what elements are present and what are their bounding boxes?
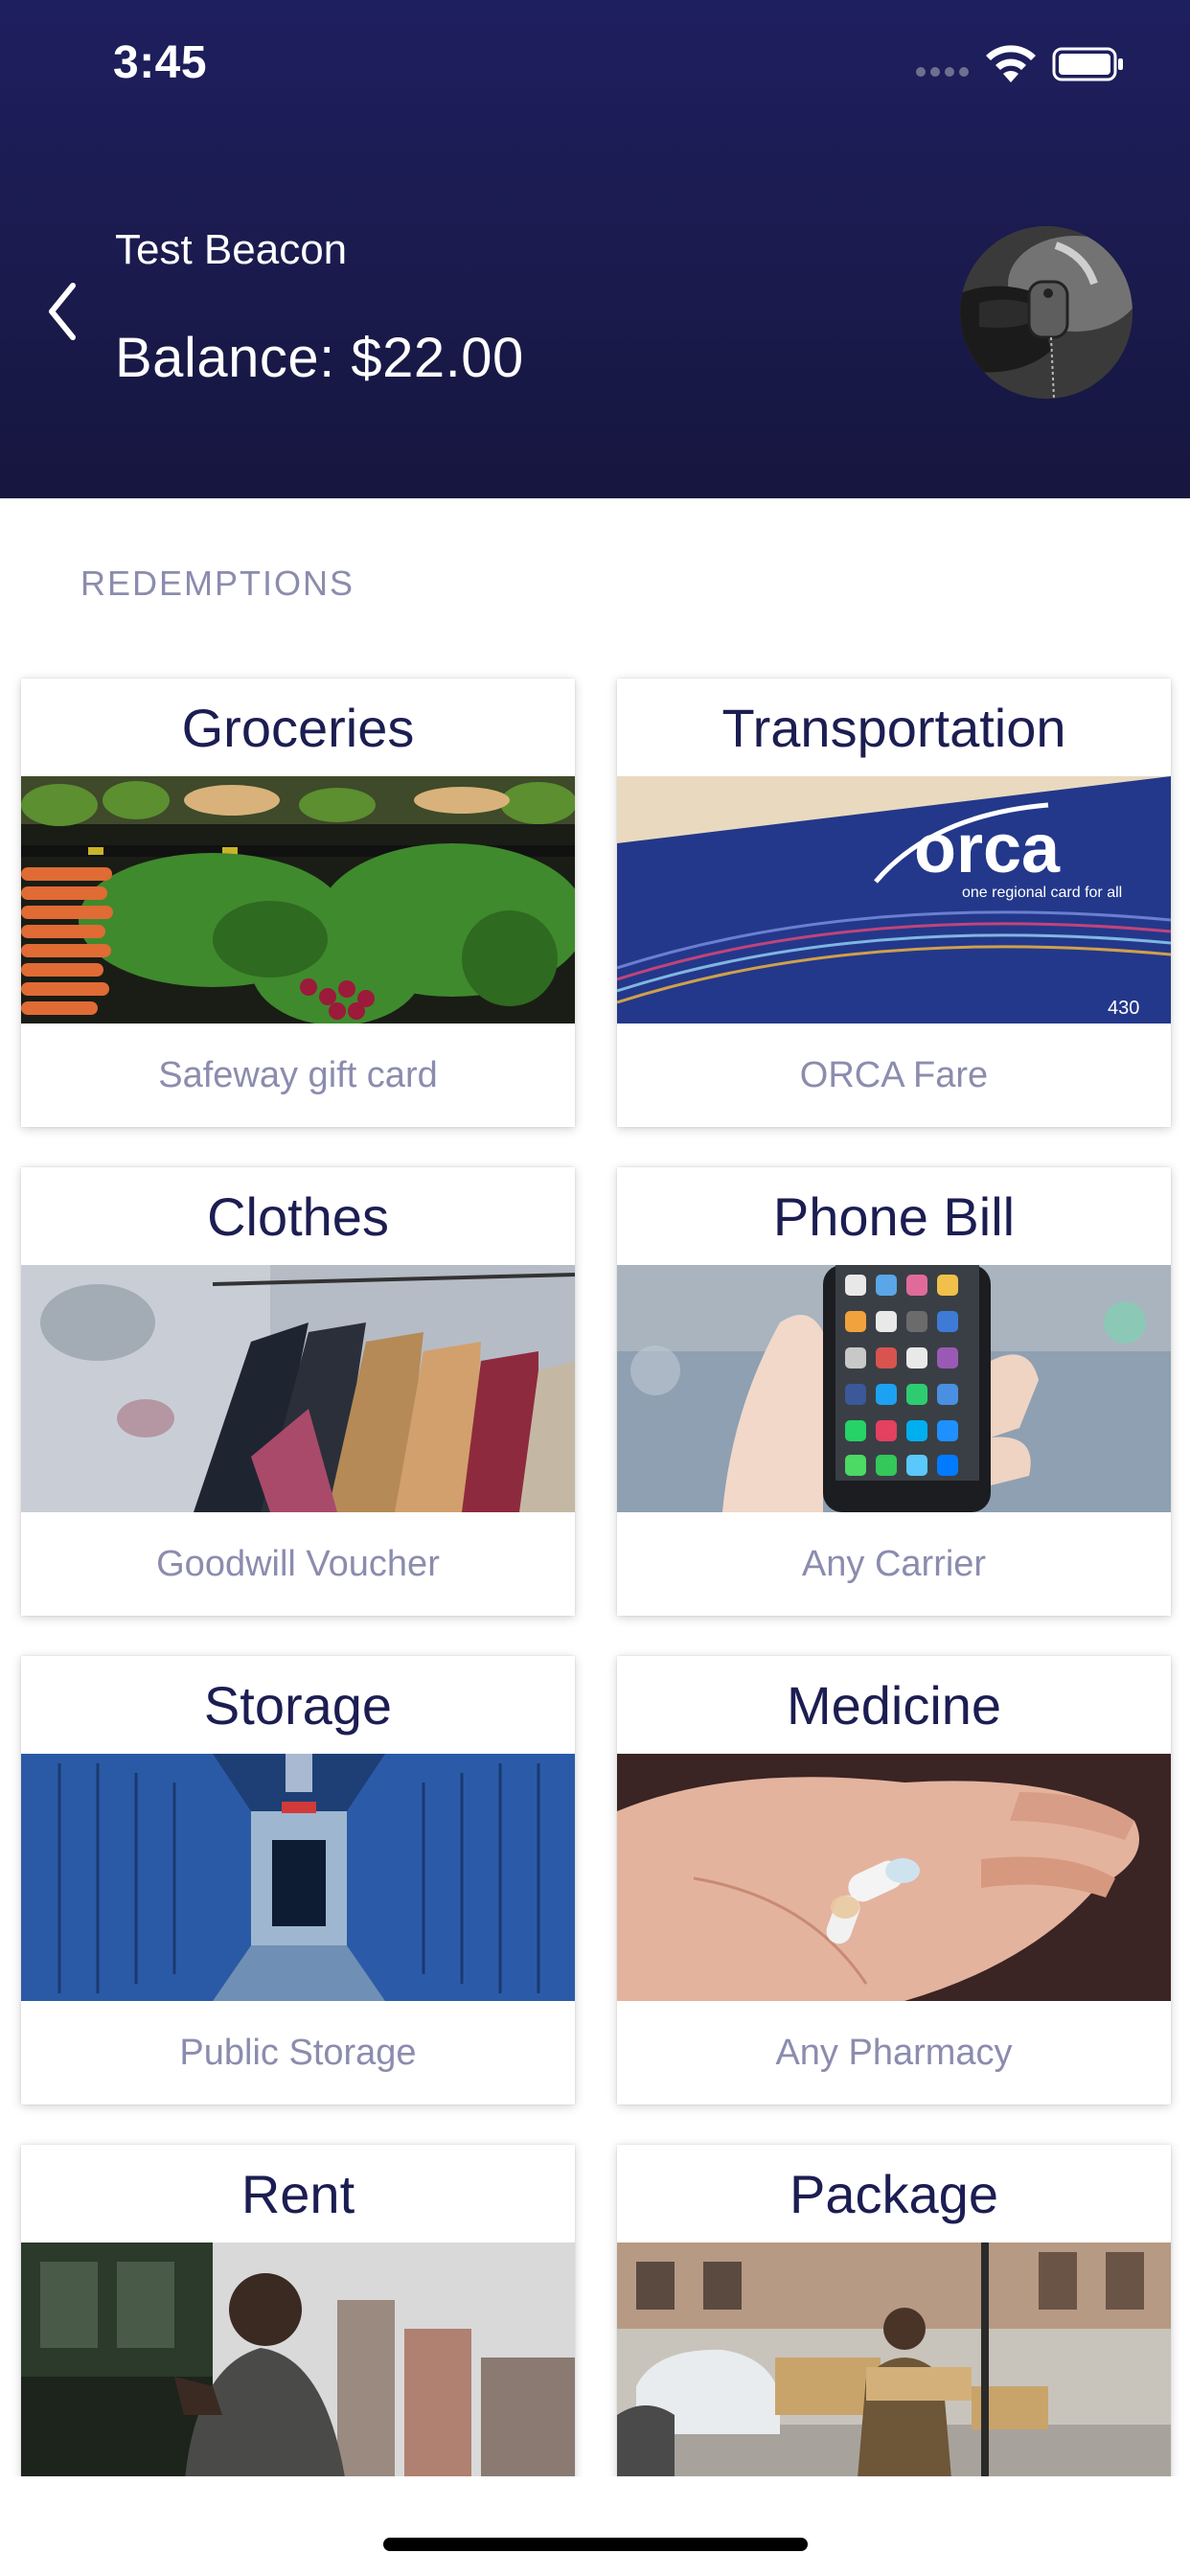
storage-image [21,1754,575,2001]
home-indicator[interactable] [383,2538,808,2551]
redemption-card-groceries[interactable]: Groceries Safeway gift card [21,678,575,1127]
back-button[interactable] [29,268,96,355]
clothes-image [21,1265,575,1512]
card-subtitle: Any Carrier [801,1543,987,1584]
redemption-card-transportation[interactable]: Transportation orca one regional card fo… [617,678,1171,1127]
status-bar: 3:45 [0,0,1190,125]
bottom-safe-area [0,2476,1190,2576]
beacon-name: Test Beacon [115,226,348,273]
battery-icon [1052,47,1123,81]
card-title: Groceries [181,697,415,758]
balance-text: Balance: $22.00 [115,327,524,389]
wifi-icon [986,45,1036,82]
orca-card-image: orca one regional card for all 430 [617,776,1171,1024]
card-title: Rent [240,2163,355,2224]
phone-image [617,1265,1171,1512]
card-title: Package [790,2163,998,2224]
card-title: Transportation [721,697,1066,758]
redemption-card-medicine[interactable]: Medicine Any Pharmacy [617,1656,1171,2104]
beacon-keychain-image [960,226,1133,399]
card-title: Phone Bill [772,1185,1016,1247]
cellular-signal-icon [916,67,972,80]
card-title: Clothes [207,1185,389,1247]
orca-tagline: one regional card for all [962,885,1122,901]
package-image [617,2242,1171,2490]
medicine-image [617,1754,1171,2001]
orca-logo-text: orca [914,811,1061,887]
card-subtitle: Any Pharmacy [775,2032,1013,2073]
card-title: Storage [203,1674,393,1736]
card-number: 430 [1108,998,1139,1019]
chevron-left-icon [49,283,76,340]
header: 3:45 Test Beacon Balance: $22.00 [0,0,1190,498]
redemption-card-storage[interactable]: Storage Public Storage [21,1656,575,2104]
status-time: 3:45 [113,37,208,88]
card-subtitle: Goodwill Voucher [156,1543,440,1584]
card-subtitle: ORCA Fare [799,1054,989,1095]
card-title: Medicine [786,1674,1002,1736]
card-subtitle: Public Storage [179,2032,417,2073]
card-subtitle: Safeway gift card [158,1054,438,1095]
rent-image [21,2242,575,2490]
section-title: REDEMPTIONS [80,564,355,603]
groceries-image [21,776,575,1024]
redemption-card-clothes[interactable]: Clothes Goodwill Voucher [21,1167,575,1616]
avatar[interactable] [960,226,1133,399]
redemption-card-phone-bill[interactable]: Phone Bill Any Carrier [617,1167,1171,1616]
